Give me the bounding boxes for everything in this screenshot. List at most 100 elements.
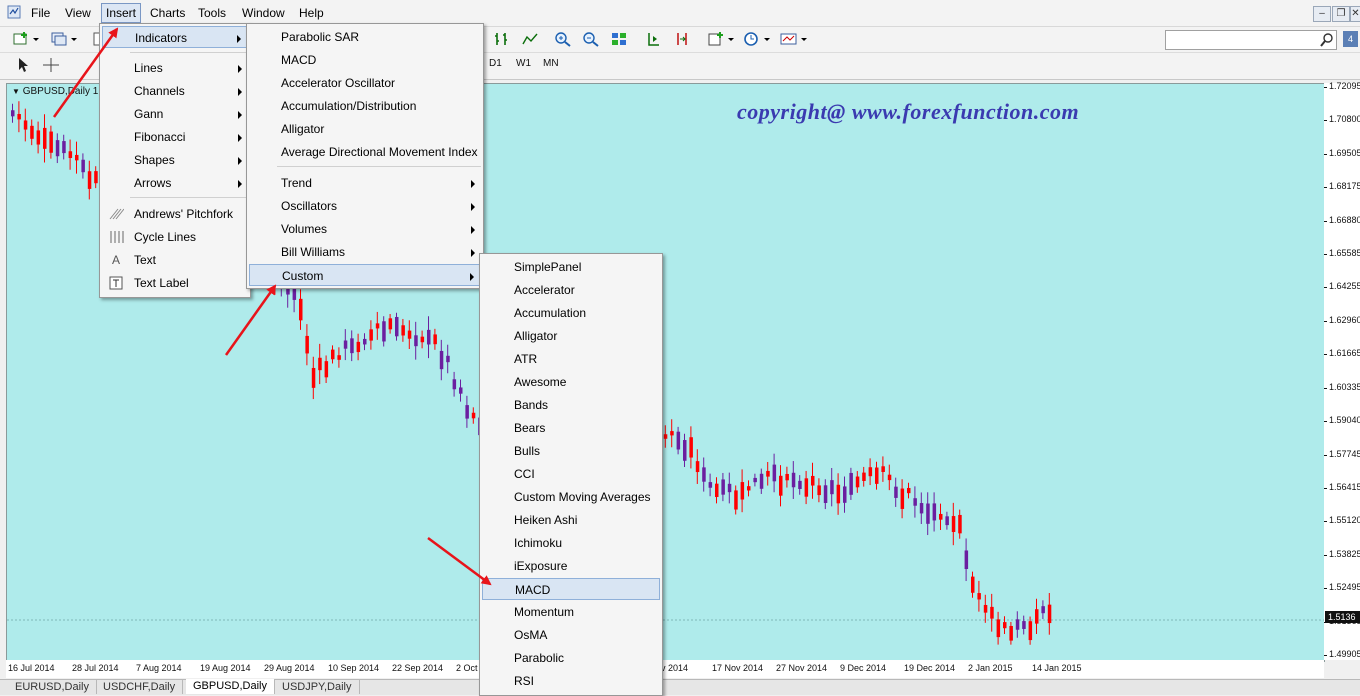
zoom-in-icon[interactable] xyxy=(554,31,572,47)
restore-button[interactable]: ❐ xyxy=(1332,6,1350,22)
candle-body xyxy=(759,473,764,489)
indicator-item-macd[interactable]: MACD xyxy=(249,49,481,71)
timeframe-d1[interactable]: D1 xyxy=(489,58,502,69)
insert-item-cycle-lines[interactable]: Cycle Lines xyxy=(102,226,248,248)
custom-item-alligator[interactable]: Alligator xyxy=(482,325,660,347)
custom-item-bands[interactable]: Bands xyxy=(482,394,660,416)
menu-window[interactable]: Window xyxy=(242,6,285,20)
chevron-down-icon[interactable]: ▼ xyxy=(12,87,20,96)
menu-item-label: Heiken Ashi xyxy=(514,513,578,527)
indicator-item-custom[interactable]: Custom xyxy=(249,264,481,286)
candle-body xyxy=(439,350,444,370)
insert-item-arrows[interactable]: Arrows xyxy=(102,172,248,194)
templates-icon[interactable] xyxy=(780,31,798,47)
custom-item-osma[interactable]: OsMA xyxy=(482,624,660,646)
insert-item-channels[interactable]: Channels xyxy=(102,80,248,102)
custom-item-bears[interactable]: Bears xyxy=(482,417,660,439)
custom-item-bulls[interactable]: Bulls xyxy=(482,440,660,462)
custom-item-cci[interactable]: CCI xyxy=(482,463,660,485)
custom-item-heiken-ashi[interactable]: Heiken Ashi xyxy=(482,509,660,531)
indicator-item-parabolic-sar[interactable]: Parabolic SAR xyxy=(249,26,481,48)
custom-item-awesome[interactable]: Awesome xyxy=(482,371,660,393)
insert-item-shapes[interactable]: Shapes xyxy=(102,149,248,171)
custom-item-momentum[interactable]: Momentum xyxy=(482,601,660,623)
menu-view[interactable]: View xyxy=(65,6,91,20)
line-chart-icon[interactable] xyxy=(521,31,539,47)
insert-item-andrews-pitchfork[interactable]: Andrews' Pitchfork xyxy=(102,203,248,225)
menu-item-label: Fibonacci xyxy=(134,130,186,144)
custom-item-atr[interactable]: ATR xyxy=(482,348,660,370)
custom-item-accelerator[interactable]: Accelerator xyxy=(482,279,660,301)
insert-item-text[interactable]: A Text xyxy=(102,249,248,271)
close-button[interactable]: ✕ xyxy=(1350,6,1360,22)
community-icon[interactable]: 4 xyxy=(1343,31,1358,47)
tab-gbpusd[interactable]: GBPUSD,Daily xyxy=(186,679,275,694)
candle-body xyxy=(382,321,386,342)
tab-usdchf[interactable]: USDCHF,Daily xyxy=(96,680,184,694)
custom-item-parabolic[interactable]: Parabolic xyxy=(482,647,660,669)
autoscroll-icon[interactable] xyxy=(673,31,691,47)
tile-windows-icon[interactable] xyxy=(610,31,628,47)
custom-item-rsi[interactable]: RSI xyxy=(482,670,660,692)
indicator-item-accelerator-oscillator[interactable]: Accelerator Oscillator xyxy=(249,72,481,94)
minimize-button[interactable]: – xyxy=(1313,6,1331,22)
add-indicator-icon[interactable] xyxy=(707,31,725,47)
search-input[interactable] xyxy=(1165,30,1337,50)
menu-item-label: Alligator xyxy=(514,329,558,343)
custom-item-macd[interactable]: MACD xyxy=(482,578,660,600)
time-axis: 16 Jul 2014 28 Jul 2014 7 Aug 2014 19 Aug 2… xyxy=(6,660,1324,678)
indicator-item-trend[interactable]: Trend xyxy=(249,172,481,194)
candle-body xyxy=(804,478,809,497)
indicator-item-volumes[interactable]: Volumes xyxy=(249,218,481,240)
candle-body xyxy=(855,476,860,488)
candle-body xyxy=(311,367,316,388)
timeframe-w1[interactable]: W1 xyxy=(516,58,531,69)
profiles-icon[interactable] xyxy=(50,31,68,47)
indicator-item-accumulation-distribution[interactable]: Accumulation/Distribution xyxy=(249,95,481,117)
insert-item-fibonacci[interactable]: Fibonacci xyxy=(102,126,248,148)
menu-help[interactable]: Help xyxy=(299,6,324,20)
app-icon[interactable] xyxy=(7,5,21,19)
custom-item-accumulation[interactable]: Accumulation xyxy=(482,302,660,324)
custom-item-iexposure[interactable]: iExposure xyxy=(482,555,660,577)
tab-usdjpy[interactable]: USDJPY,Daily xyxy=(275,680,360,694)
price-tick: 1.57745 xyxy=(1324,448,1360,459)
chevron-right-icon xyxy=(238,134,242,142)
chevron-down-icon[interactable] xyxy=(727,31,735,47)
indicator-item-oscillators[interactable]: Oscillators xyxy=(249,195,481,217)
custom-item-ichimoku[interactable]: Ichimoku xyxy=(482,532,660,554)
candle-body xyxy=(1041,606,1045,614)
chevron-down-icon[interactable] xyxy=(70,31,78,47)
insert-item-lines[interactable]: Lines xyxy=(102,57,248,79)
menu-insert[interactable]: Insert xyxy=(101,3,142,23)
insert-item-gann[interactable]: Gann xyxy=(102,103,248,125)
chart-shift-icon[interactable] xyxy=(645,31,663,47)
tab-eurusd[interactable]: EURUSD,Daily xyxy=(8,680,97,694)
custom-item-simplepanel[interactable]: SimplePanel xyxy=(482,256,660,278)
chevron-down-icon[interactable] xyxy=(32,31,40,47)
zoom-out-icon[interactable] xyxy=(582,31,600,47)
new-chart-icon[interactable] xyxy=(12,31,30,47)
indicator-item-bill-williams[interactable]: Bill Williams xyxy=(249,241,481,263)
insert-item-indicators[interactable]: Indicators xyxy=(102,26,248,48)
menu-item-label: Alligator xyxy=(281,122,325,136)
candle-body xyxy=(30,125,34,139)
menu-file[interactable]: File xyxy=(31,6,50,20)
candle-body xyxy=(862,472,866,481)
cursor-icon[interactable] xyxy=(14,57,32,73)
periods-clock-icon[interactable] xyxy=(743,31,761,47)
custom-item-custom-moving-averages[interactable]: Custom Moving Averages xyxy=(482,486,660,508)
indicator-item-average-directional-movement-index[interactable]: Average Directional Movement Index xyxy=(249,141,481,163)
menu-tools[interactable]: Tools xyxy=(198,6,226,20)
search-icon[interactable] xyxy=(1320,33,1334,50)
menu-item-label: Arrows xyxy=(134,176,172,190)
menu-charts[interactable]: Charts xyxy=(150,6,185,20)
timeframe-mn[interactable]: MN xyxy=(543,58,559,69)
indicator-item-alligator[interactable]: Alligator xyxy=(249,118,481,140)
bar-chart-icon[interactable] xyxy=(493,31,511,47)
insert-item-text-label[interactable]: Text Label xyxy=(102,272,248,294)
chevron-down-icon[interactable] xyxy=(800,31,808,47)
chevron-down-icon[interactable] xyxy=(763,31,771,47)
crosshair-icon[interactable] xyxy=(42,57,60,73)
candle-body xyxy=(708,482,713,488)
